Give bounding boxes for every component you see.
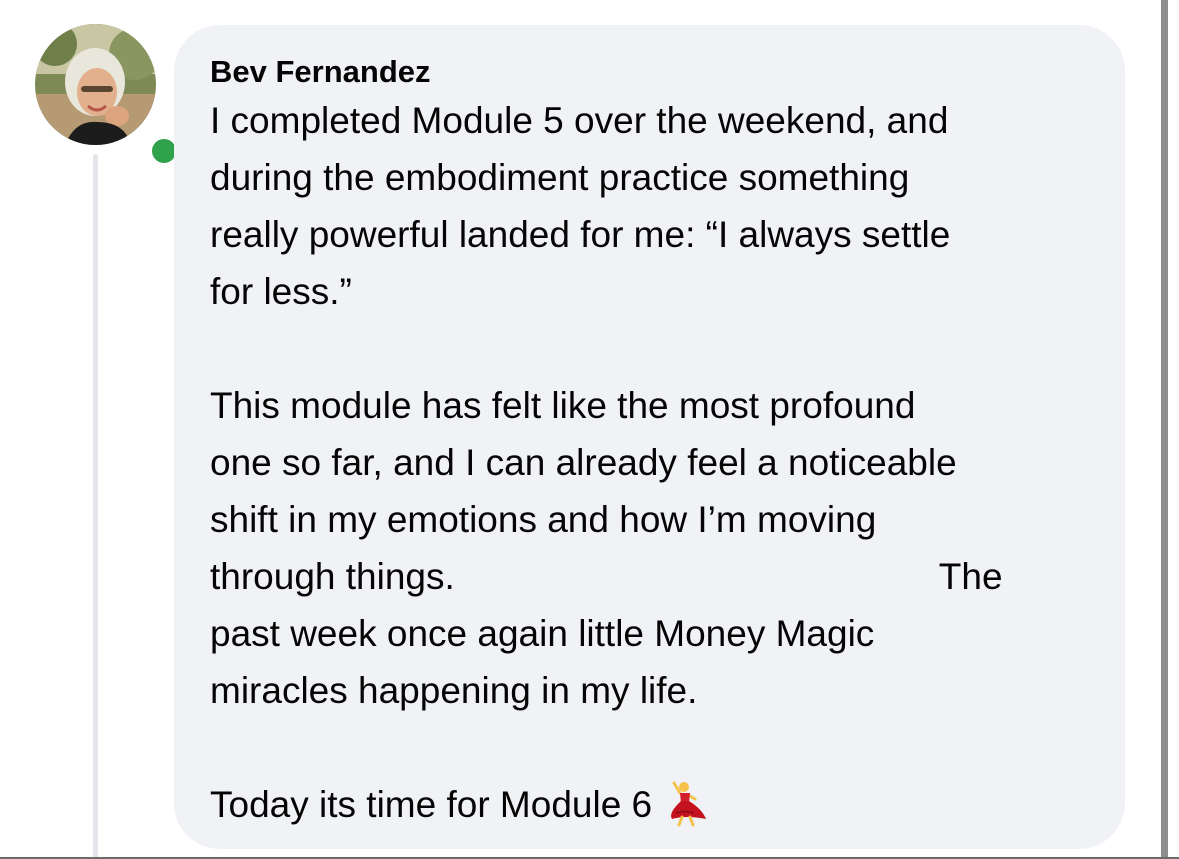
comment-body: I completed Module 5 over the weekend, a… xyxy=(210,92,1095,843)
dancing-woman-emoji xyxy=(662,779,710,843)
text-line: one so far, and I can already feel a not… xyxy=(210,442,957,483)
comment-thread: Bev Fernandez I completed Module 5 over … xyxy=(0,0,1179,859)
text-line: for less.” xyxy=(210,271,352,312)
text-line: I completed Module 5 over the weekend, a… xyxy=(210,100,949,141)
text-line: shift in my emotions and how I’m moving xyxy=(210,499,877,540)
text-line: through things. xyxy=(210,556,455,597)
text-line: Today its time for Module 6 xyxy=(210,784,653,825)
text-line: during the embodiment practice something xyxy=(210,157,910,198)
text-line: This module has felt like the most profo… xyxy=(210,385,916,426)
author-name[interactable]: Bev Fernandez xyxy=(210,52,1095,92)
avatar-photo xyxy=(35,24,156,145)
thread-connector-line xyxy=(93,154,98,859)
comment-paragraph-2: This module has felt like the most profo… xyxy=(210,377,1095,719)
avatar[interactable] xyxy=(35,24,180,167)
scrollbar[interactable] xyxy=(1161,0,1168,859)
text-line: really powerful landed for me: “I always… xyxy=(210,214,951,255)
text-line: past week once again little Money Magic xyxy=(210,613,875,654)
text-line: The xyxy=(938,556,1003,597)
comment-bubble: Bev Fernandez I completed Module 5 over … xyxy=(174,25,1125,849)
comment-paragraph-1: I completed Module 5 over the weekend, a… xyxy=(210,92,1095,320)
text-line: miracles happening in my life. xyxy=(210,670,698,711)
comment-paragraph-3: Today its time for Module 6 xyxy=(210,776,1095,843)
